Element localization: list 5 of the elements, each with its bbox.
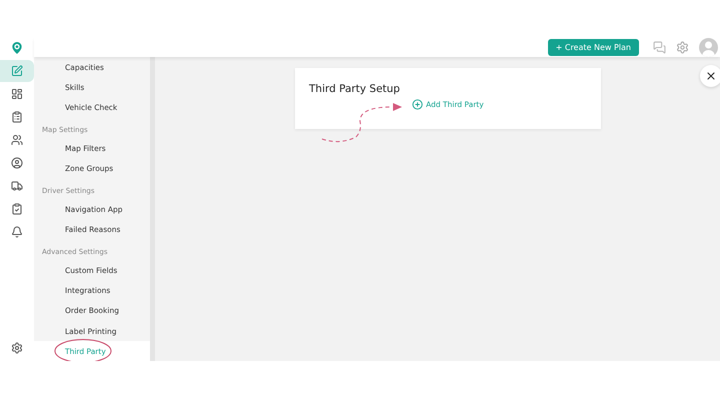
card-title: Third Party Setup — [309, 83, 401, 95]
settings-icon[interactable] — [11, 342, 23, 354]
close-button[interactable] — [700, 65, 720, 87]
close-icon — [705, 70, 717, 82]
add-icon — [412, 99, 423, 110]
